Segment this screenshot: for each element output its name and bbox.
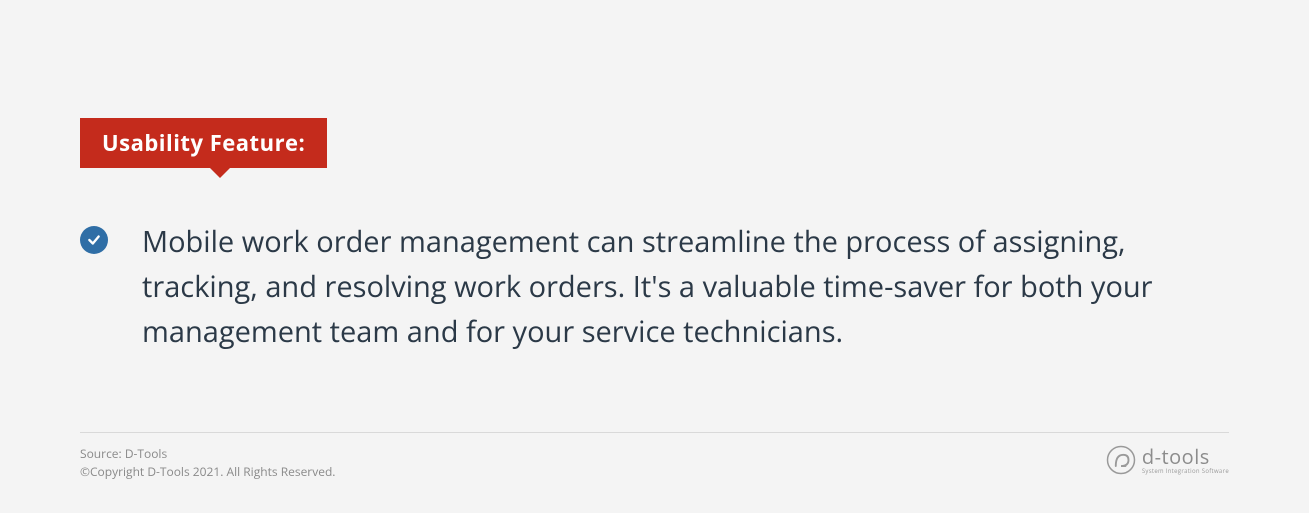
copyright-line: ©Copyright D-Tools 2021. All Rights Rese… [80, 463, 335, 481]
footer-line: Source: D-Tools ©Copyright D-Tools 2021.… [80, 445, 1229, 481]
card: Usability Feature: Mobile work order man… [0, 0, 1309, 513]
logo-name: d-tools [1142, 447, 1229, 467]
footer: Source: D-Tools ©Copyright D-Tools 2021.… [80, 432, 1229, 481]
body-text: Mobile work order management can streaml… [142, 220, 1222, 355]
divider [80, 432, 1229, 433]
badge-tail-icon [210, 168, 230, 178]
badge-wrap: Usability Feature: [80, 118, 327, 168]
footer-text: Source: D-Tools ©Copyright D-Tools 2021.… [80, 445, 335, 481]
logo-tagline: System Integration Software [1142, 468, 1229, 474]
logo-text: d-tools System Integration Software [1142, 447, 1229, 474]
logo-mark-icon [1106, 445, 1136, 475]
check-circle-icon [80, 226, 108, 254]
source-line: Source: D-Tools [80, 445, 335, 463]
badge-label: Usability Feature: [102, 128, 305, 158]
dtools-logo: d-tools System Integration Software [1106, 445, 1229, 475]
content-row: Mobile work order management can streaml… [80, 220, 1229, 355]
usability-feature-badge: Usability Feature: [80, 118, 327, 168]
